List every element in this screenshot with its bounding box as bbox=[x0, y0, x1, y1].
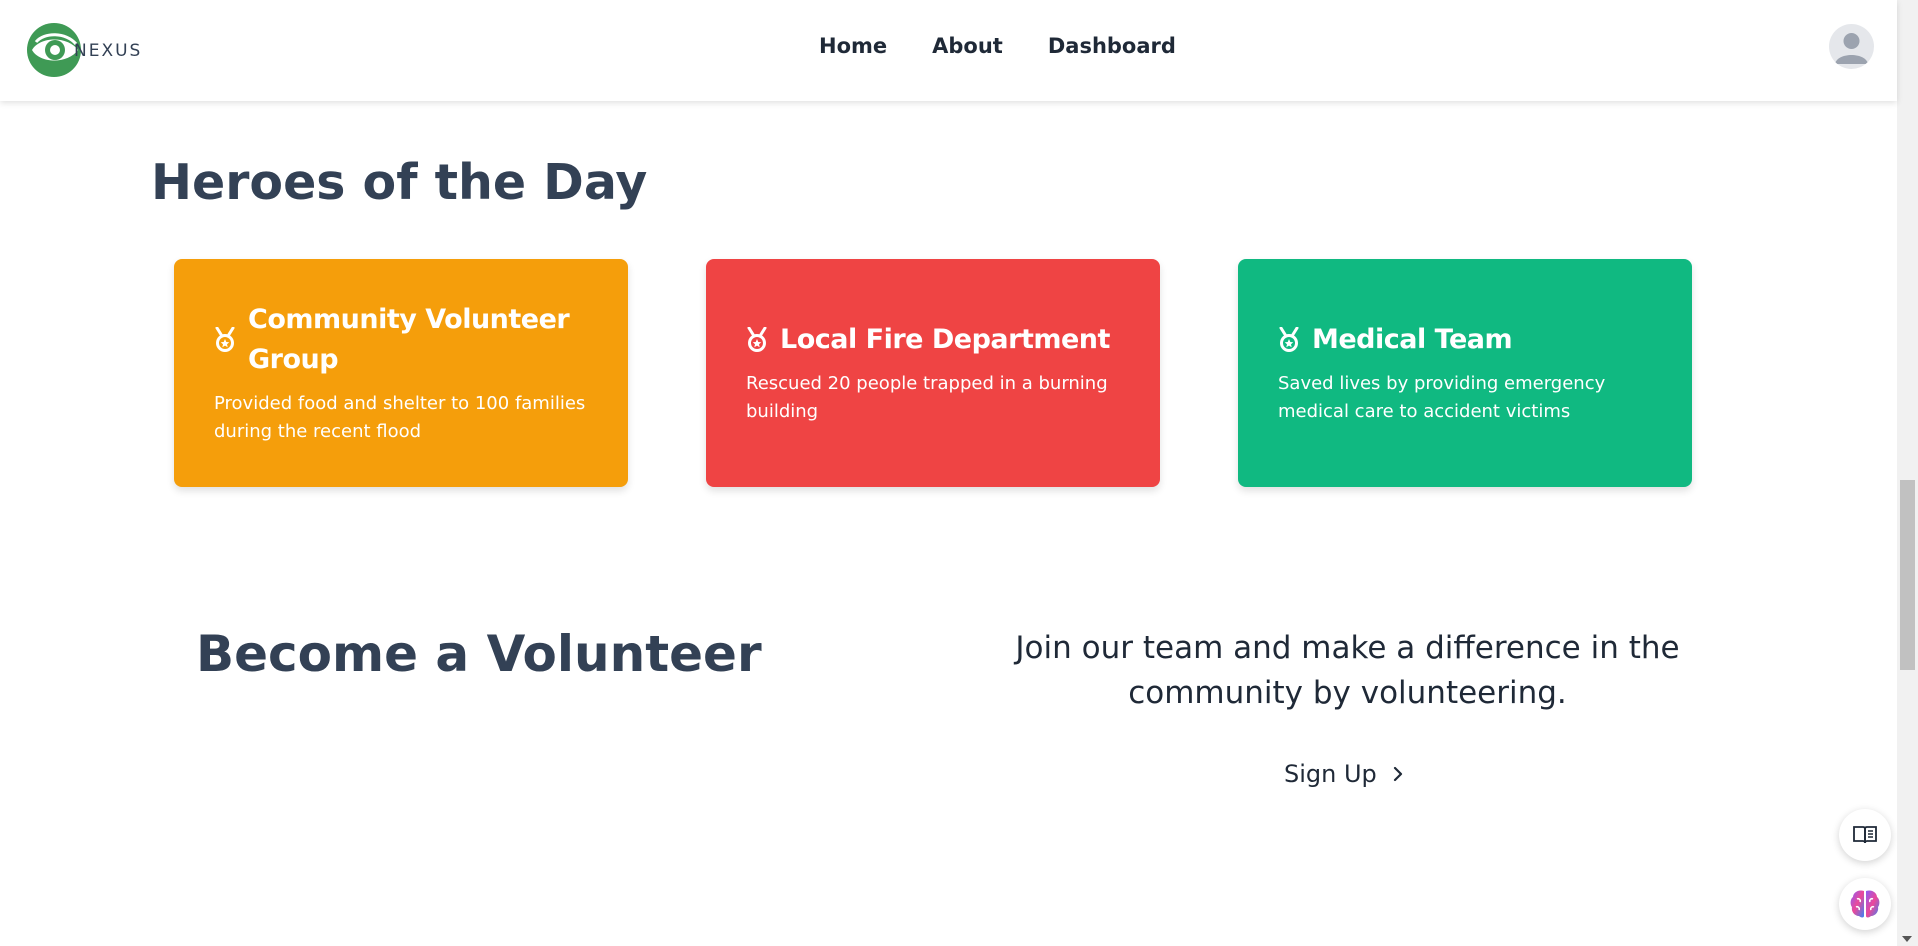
hero-card-description: Rescued 20 people trapped in a burning b… bbox=[746, 373, 1108, 422]
reader-mode-button[interactable] bbox=[1839, 809, 1891, 861]
user-icon bbox=[1835, 33, 1868, 64]
volunteer-description: Join our team and make a difference in t… bbox=[1015, 630, 1680, 711]
sign-up-label: Sign Up bbox=[1284, 760, 1377, 788]
volunteer-section-title: Become a Volunteer bbox=[196, 625, 762, 683]
user-avatar[interactable] bbox=[1829, 24, 1874, 69]
hero-card: Community Volunteer Group Provided food … bbox=[174, 259, 628, 487]
book-icon bbox=[1853, 826, 1877, 844]
sign-up-button[interactable]: Sign Up bbox=[1284, 760, 1405, 788]
main-nav: Home About Dashboard bbox=[819, 34, 1176, 58]
ai-assistant-button[interactable] bbox=[1839, 878, 1891, 930]
top-navbar: NEXUS Home About Dashboard bbox=[0, 0, 1897, 101]
heroes-section-title: Heroes of the Day bbox=[151, 154, 648, 211]
hero-card-title: Community Volunteer Group bbox=[248, 304, 570, 375]
hero-card-description: Saved lives by providing emergency medic… bbox=[1278, 373, 1606, 422]
chevron-right-icon bbox=[1393, 766, 1402, 782]
page-scrollbar[interactable] bbox=[1897, 0, 1918, 946]
scroll-down-arrow-icon[interactable] bbox=[1902, 936, 1912, 942]
hero-card-title: Medical Team bbox=[1312, 324, 1513, 355]
nav-about-link[interactable]: About bbox=[932, 34, 1003, 58]
nav-home-link[interactable]: Home bbox=[819, 34, 887, 58]
logo[interactable]: NEXUS bbox=[26, 22, 142, 78]
medal-icon bbox=[1279, 327, 1299, 352]
medal-icon bbox=[747, 327, 767, 352]
logo-text: NEXUS bbox=[74, 41, 143, 61]
nav-dashboard-link[interactable]: Dashboard bbox=[1048, 34, 1176, 58]
hero-card: Local Fire Department Rescued 20 people … bbox=[706, 259, 1160, 487]
hero-card: Medical Team Saved lives by providing em… bbox=[1238, 259, 1692, 487]
hero-card-title: Local Fire Department bbox=[780, 324, 1110, 355]
hero-card-description: Provided food and shelter to 100 familie… bbox=[214, 393, 586, 442]
brain-icon bbox=[1850, 890, 1880, 918]
medal-icon bbox=[215, 327, 235, 352]
scrollbar-thumb[interactable] bbox=[1900, 480, 1915, 670]
